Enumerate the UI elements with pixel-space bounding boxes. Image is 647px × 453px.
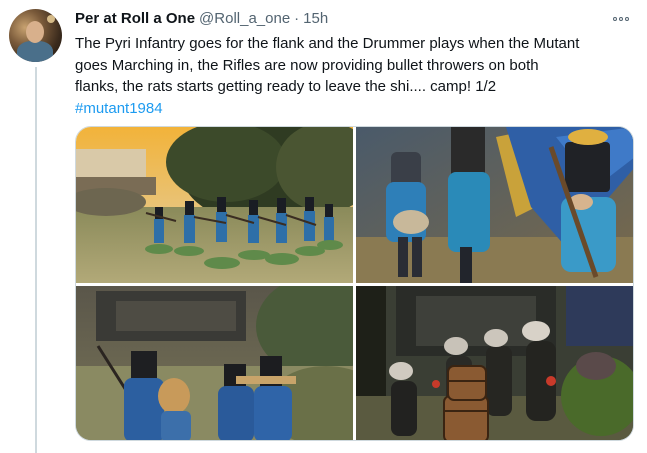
tweet-text-line: goes Marching in, the Rifles are now pro… (75, 56, 539, 74)
photo-rat-camp-art (356, 286, 633, 440)
avatar-shirt (17, 41, 53, 62)
tweet[interactable]: Per at Roll a One @Roll_a_one · 15h The … (0, 0, 647, 453)
avatar[interactable] (9, 9, 62, 62)
more-options-icon[interactable] (606, 10, 636, 28)
thread-line (35, 67, 37, 453)
tweet-timestamp[interactable]: 15h (303, 10, 328, 27)
separator-dot: · (294, 10, 300, 27)
tweet-text-line: flanks, the rats starts getting ready to… (75, 78, 497, 95)
tweet-text: The Pyri Infantry goes for the flank and… (75, 33, 635, 119)
media-grid (75, 126, 634, 441)
tweet-header: Per at Roll a One @Roll_a_one · 15h (75, 10, 328, 30)
more-dot (613, 17, 617, 21)
photo-drummer-flag[interactable] (356, 127, 633, 283)
photo-rifles-advance[interactable] (76, 286, 353, 440)
photo-rifles-advance-art (76, 286, 353, 440)
avatar-light (47, 15, 55, 23)
photo-infantry-line[interactable] (76, 127, 353, 283)
avatar-face (26, 21, 44, 43)
more-dot (619, 17, 623, 21)
photo-drummer-flag-art (356, 127, 633, 283)
photo-rat-camp[interactable] (356, 286, 633, 440)
more-dot (625, 17, 629, 21)
author-handle[interactable]: @Roll_a_one (199, 10, 290, 27)
photo-infantry-line-art (76, 127, 353, 283)
author-name[interactable]: Per at Roll a One (75, 10, 195, 27)
hashtag-link[interactable]: #mutant1984 (75, 98, 635, 120)
tweet-text-line: The Pyri Infantry goes for the flank and… (75, 35, 580, 52)
